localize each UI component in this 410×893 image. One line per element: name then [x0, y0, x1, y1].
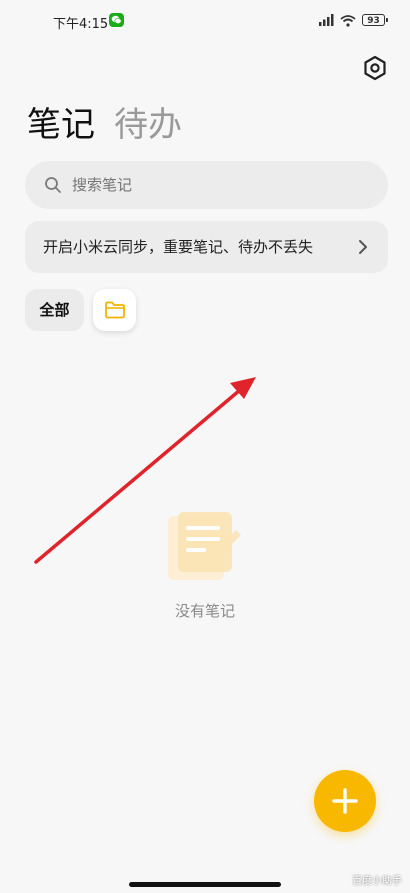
sync-banner-text: 开启小米云同步，重要笔记、待办不丢失 [43, 238, 314, 256]
wifi-icon [340, 15, 356, 27]
folder-chip-all[interactable]: 全部 [25, 289, 84, 331]
search-input[interactable] [72, 161, 362, 209]
battery-indicator: 93 [362, 14, 388, 26]
search-bar[interactable] [25, 161, 388, 209]
add-note-button[interactable] [314, 770, 376, 832]
note-illustration-icon [168, 512, 241, 580]
signal-icon [319, 14, 334, 26]
status-time: 下午4:15 [53, 17, 109, 32]
gear-icon[interactable] [361, 54, 389, 82]
tab-todo[interactable]: 待办 [114, 103, 182, 147]
status-bar: 下午4:15 93 [0, 0, 410, 44]
cloud-sync-banner[interactable]: 开启小米云同步，重要笔记、待办不丢失 [25, 221, 388, 273]
folder-chip[interactable] [93, 289, 136, 331]
wechat-icon [109, 13, 124, 27]
empty-state-text: 没有笔记 [174, 602, 235, 620]
home-indicator[interactable] [129, 882, 281, 887]
chevron-right-icon [359, 240, 367, 254]
plus-icon [332, 788, 358, 814]
tab-notes[interactable]: 笔记 [27, 103, 95, 147]
watermark: 百度小助手 [352, 876, 402, 887]
folder-icon [105, 301, 125, 319]
search-icon [45, 177, 61, 193]
